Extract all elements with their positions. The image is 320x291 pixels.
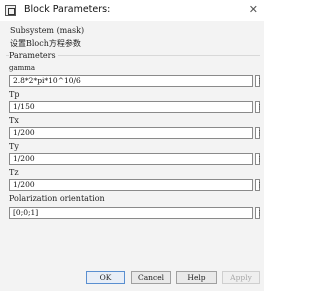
- block-icon: [5, 5, 16, 16]
- apply-button[interactable]: Apply: [222, 271, 260, 284]
- param-label-tz: Tz: [9, 168, 19, 177]
- tz-more-icon[interactable]: ⋮: [255, 179, 263, 191]
- polarization-more-icon[interactable]: ⋮: [255, 207, 263, 219]
- gamma-field[interactable]: 2.8*2*pi*10^10/6: [9, 75, 253, 87]
- param-label-polarization: Polarization orientation: [9, 194, 105, 203]
- dialog-body: Subsystem (mask) 设置Bloch方程参数 Parameters …: [0, 21, 264, 291]
- tp-more-icon[interactable]: ⋮: [255, 101, 263, 113]
- tx-more-icon[interactable]: ⋮: [255, 127, 263, 139]
- ty-field[interactable]: 1/200: [9, 153, 253, 165]
- polarization-field[interactable]: [0;0;1]: [9, 207, 253, 219]
- window-title: Block Parameters:: [24, 4, 111, 15]
- title-bar: Block Parameters: ✕: [0, 0, 264, 22]
- description-text: 设置Bloch方程参数: [10, 39, 81, 48]
- param-label-gamma: gamma: [9, 64, 36, 72]
- parameters-group-label: Parameters: [9, 51, 58, 60]
- ty-more-icon[interactable]: ⋮: [255, 153, 263, 165]
- param-label-tp: Tp: [9, 90, 20, 99]
- tz-field[interactable]: 1/200: [9, 179, 253, 191]
- param-label-tx: Tx: [9, 116, 19, 125]
- gamma-more-icon[interactable]: ⋮: [255, 75, 263, 87]
- help-button[interactable]: Help: [176, 271, 217, 284]
- tx-field[interactable]: 1/200: [9, 127, 253, 139]
- tp-field[interactable]: 1/150: [9, 101, 253, 113]
- close-icon[interactable]: ✕: [249, 3, 258, 16]
- cancel-button[interactable]: Cancel: [131, 271, 171, 284]
- param-label-ty: Ty: [9, 142, 19, 151]
- ok-button[interactable]: OK: [86, 271, 125, 284]
- subsystem-label: Subsystem (mask): [10, 26, 85, 35]
